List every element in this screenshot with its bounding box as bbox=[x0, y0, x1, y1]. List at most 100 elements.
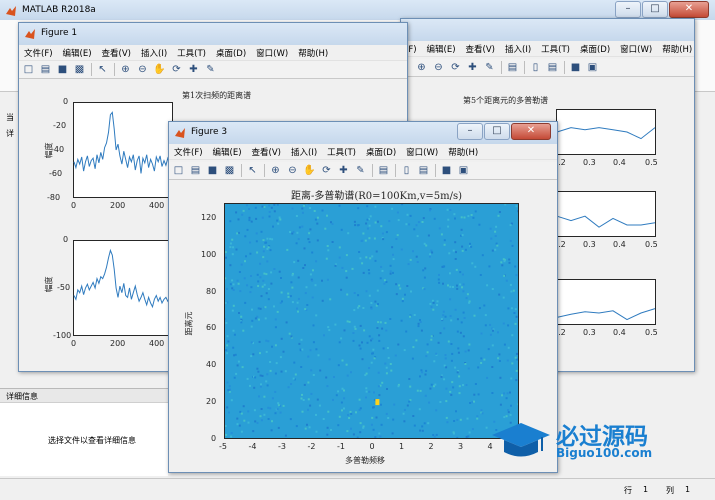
zoom-in-icon[interactable]: ⊕ bbox=[119, 63, 132, 76]
new-figure-icon[interactable]: □ bbox=[172, 164, 185, 177]
heatmap-cell bbox=[282, 404, 285, 407]
heatmap-cell bbox=[445, 366, 448, 369]
menu-item-7[interactable]: 帮助(H) bbox=[657, 41, 694, 56]
heatmap-cell bbox=[270, 282, 273, 285]
heatmap-cell bbox=[335, 394, 338, 397]
hide-tools-icon[interactable]: ■ bbox=[569, 61, 582, 74]
menu-item-2[interactable]: 查看(V) bbox=[461, 41, 500, 56]
save-icon[interactable]: ■ bbox=[206, 164, 219, 177]
new-figure-icon[interactable]: □ bbox=[22, 63, 35, 76]
dock-icon[interactable]: ▣ bbox=[586, 61, 599, 74]
heatmap-cell bbox=[392, 271, 394, 274]
menu-item-1[interactable]: 编辑(E) bbox=[422, 41, 461, 56]
heatmap-cell bbox=[515, 205, 518, 208]
pan-icon[interactable]: ✋ bbox=[153, 63, 166, 76]
heatmap-cell bbox=[251, 319, 254, 322]
open-file-icon[interactable]: ▤ bbox=[189, 164, 202, 177]
dock-icon[interactable]: ▣ bbox=[457, 164, 470, 177]
pan-icon[interactable]: ✋ bbox=[303, 164, 316, 177]
minimize-icon[interactable]: – bbox=[457, 123, 483, 140]
heatmap-cell bbox=[450, 343, 453, 345]
hide-tools-icon[interactable]: ■ bbox=[440, 164, 453, 177]
brush-icon[interactable]: ✎ bbox=[483, 61, 496, 74]
figure2-titlebar[interactable] bbox=[401, 19, 694, 41]
menu-item-1[interactable]: 编辑(E) bbox=[208, 144, 247, 159]
heatmap-cell bbox=[503, 392, 506, 395]
menu-item-0[interactable]: 文件(F) bbox=[169, 144, 208, 159]
menu-item-6[interactable]: 窗口(W) bbox=[251, 45, 293, 60]
menu-item-2[interactable]: 查看(V) bbox=[247, 144, 286, 159]
menu-item-4[interactable]: 工具(T) bbox=[322, 144, 361, 159]
heatmap-cell bbox=[376, 289, 379, 292]
close-icon[interactable]: ✕ bbox=[511, 123, 551, 140]
menu-item-5[interactable]: 桌面(D) bbox=[575, 41, 615, 56]
pointer-icon[interactable]: ↖ bbox=[96, 63, 109, 76]
link-plot-icon[interactable]: ▤ bbox=[377, 164, 390, 177]
maximize-icon[interactable]: □ bbox=[642, 1, 668, 18]
matlab-titlebar[interactable]: MATLAB R2018a – □ ✕ bbox=[0, 0, 715, 20]
data-cursor-icon[interactable]: ✚ bbox=[187, 63, 200, 76]
print-icon[interactable]: ▩ bbox=[73, 63, 86, 76]
heatmap-cell bbox=[374, 259, 377, 262]
rotate-icon[interactable]: ⟳ bbox=[449, 61, 462, 74]
heatmap-cell bbox=[321, 299, 324, 302]
menu-item-2[interactable]: 查看(V) bbox=[97, 45, 136, 60]
rotate-icon[interactable]: ⟳ bbox=[320, 164, 333, 177]
heatmap-cell bbox=[415, 339, 418, 342]
menu-item-7[interactable]: 帮助(H) bbox=[443, 144, 483, 159]
menu-item-6[interactable]: 窗口(W) bbox=[615, 41, 657, 56]
minimize-icon[interactable]: – bbox=[615, 1, 641, 18]
menu-item-5[interactable]: 桌面(D) bbox=[211, 45, 251, 60]
legend-icon[interactable]: ▤ bbox=[546, 61, 559, 74]
heatmap-cell bbox=[267, 340, 270, 343]
heatmap-cell bbox=[438, 273, 440, 276]
heatmap-cell bbox=[361, 239, 364, 242]
zoom-out-icon[interactable]: ⊖ bbox=[432, 61, 445, 74]
zoom-out-icon[interactable]: ⊖ bbox=[136, 63, 149, 76]
figure2-menubar: 文件(F)编辑(E)查看(V)插入(I)工具(T)桌面(D)窗口(W)帮助(H) bbox=[401, 41, 694, 57]
print-icon[interactable]: ▩ bbox=[223, 164, 236, 177]
heatmap-cell bbox=[273, 210, 276, 213]
menu-item-3[interactable]: 插入(I) bbox=[500, 41, 536, 56]
heatmap-cell bbox=[312, 324, 315, 327]
open-file-icon[interactable]: ▤ bbox=[39, 63, 52, 76]
heatmap-cell bbox=[385, 366, 388, 369]
data-cursor-icon[interactable]: ✚ bbox=[466, 61, 479, 74]
fig2-plot1-xtick-2: 0.4 bbox=[613, 158, 626, 167]
menu-item-3[interactable]: 插入(I) bbox=[136, 45, 172, 60]
heatmap-cell bbox=[238, 424, 241, 427]
heatmap-cell bbox=[452, 386, 455, 389]
maximize-icon[interactable]: □ bbox=[484, 123, 510, 140]
brush-icon[interactable]: ✎ bbox=[204, 63, 217, 76]
fig3-xtick-7: 2 bbox=[428, 442, 434, 451]
heatmap-cell bbox=[506, 392, 509, 395]
heatmap-cell bbox=[476, 415, 479, 418]
figure2-plot1-title: 第5个距离元的多普勒谱 bbox=[463, 96, 549, 105]
menu-item-3[interactable]: 插入(I) bbox=[286, 144, 322, 159]
menu-item-4[interactable]: 工具(T) bbox=[536, 41, 575, 56]
rotate-icon[interactable]: ⟳ bbox=[170, 63, 183, 76]
pointer-icon[interactable]: ↖ bbox=[246, 164, 259, 177]
heatmap-cell bbox=[370, 361, 373, 364]
brush-icon[interactable]: ✎ bbox=[354, 164, 367, 177]
menu-item-4[interactable]: 工具(T) bbox=[172, 45, 211, 60]
heatmap-cell bbox=[480, 362, 483, 364]
close-icon[interactable]: ✕ bbox=[669, 1, 709, 18]
figure3-titlebar[interactable]: Figure 3 – □ ✕ bbox=[169, 122, 557, 144]
heatmap-cell bbox=[300, 397, 303, 400]
colorbar-icon[interactable]: ▯ bbox=[529, 61, 542, 74]
data-cursor-icon[interactable]: ✚ bbox=[337, 164, 350, 177]
zoom-in-icon[interactable]: ⊕ bbox=[269, 164, 282, 177]
colorbar-icon[interactable]: ▯ bbox=[400, 164, 413, 177]
save-icon[interactable]: ■ bbox=[56, 63, 69, 76]
menu-item-6[interactable]: 窗口(W) bbox=[401, 144, 443, 159]
menu-item-7[interactable]: 帮助(H) bbox=[293, 45, 333, 60]
legend-icon[interactable]: ▤ bbox=[417, 164, 430, 177]
zoom-in-icon[interactable]: ⊕ bbox=[415, 61, 428, 74]
link-plot-icon[interactable]: ▤ bbox=[506, 61, 519, 74]
menu-item-0[interactable]: 文件(F) bbox=[19, 45, 58, 60]
menu-item-1[interactable]: 编辑(E) bbox=[58, 45, 97, 60]
menu-item-5[interactable]: 桌面(D) bbox=[361, 144, 401, 159]
zoom-out-icon[interactable]: ⊖ bbox=[286, 164, 299, 177]
figure1-titlebar[interactable]: Figure 1 bbox=[19, 23, 407, 45]
